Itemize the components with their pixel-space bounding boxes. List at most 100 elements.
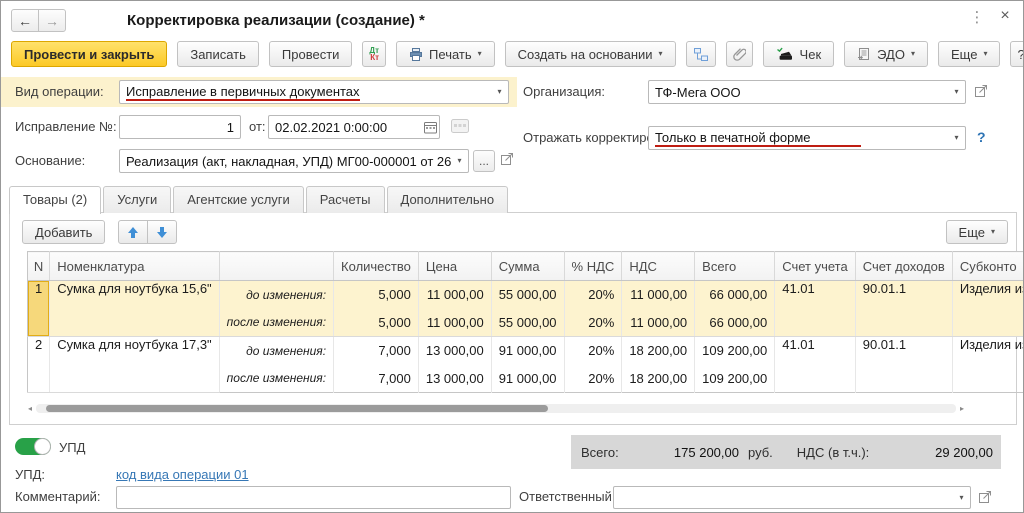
- back-icon: ←: [18, 13, 32, 29]
- table-cell-quantity[interactable]: 5,000: [334, 309, 419, 337]
- table-cell-account[interactable]: 41.01: [775, 337, 856, 365]
- scrollbar-thumb[interactable]: [46, 405, 548, 412]
- table-cell-income-account[interactable]: 90.01.1: [855, 281, 952, 309]
- table-cell-price[interactable]: 11 000,00: [418, 281, 491, 309]
- correction-no-field[interactable]: 1: [119, 115, 241, 139]
- table-cell-vat[interactable]: 11 000,00: [622, 281, 695, 309]
- chevron-down-icon[interactable]: ▾: [491, 81, 508, 103]
- table-cell-income-account[interactable]: 90.01.1: [855, 337, 952, 365]
- help-button[interactable]: ?: [1010, 41, 1024, 67]
- table-cell-vat-rate[interactable]: 20%: [564, 337, 622, 365]
- table-cell-total[interactable]: 66 000,00: [695, 309, 775, 337]
- post-and-close-button[interactable]: Провести и закрыть: [11, 41, 167, 67]
- table-cell-subconto[interactable]: Изделия из кожи: [952, 281, 1024, 309]
- check-button[interactable]: Чек: [763, 41, 835, 67]
- table-cell-sum[interactable]: 91 000,00: [491, 337, 564, 365]
- table-cell-vat[interactable]: 11 000,00: [622, 309, 695, 337]
- chevron-down-icon: ▾: [983, 50, 987, 58]
- table-cell-change-type: после изменения:: [219, 365, 333, 393]
- forward-button[interactable]: →: [38, 9, 66, 32]
- related-documents-icon[interactable]: [451, 118, 469, 133]
- table-cell-sum[interactable]: 55 000,00: [491, 309, 564, 337]
- table-row[interactable]: 1Сумка для ноутбука 15,6"до изменения:5,…: [28, 281, 1024, 309]
- chevron-down-icon: ▾: [659, 50, 663, 58]
- date-field[interactable]: 02.02.2021 0:00:00: [268, 115, 440, 139]
- tab-label: Дополнительно: [401, 192, 495, 207]
- responsible-field[interactable]: ▾: [613, 486, 971, 509]
- organization-field[interactable]: ТФ-Мега ООО ▾: [648, 80, 966, 104]
- items-more-button[interactable]: Еще ▾: [946, 220, 1008, 244]
- scroll-left-icon[interactable]: ◂: [24, 404, 36, 413]
- add-row-button[interactable]: Добавить: [22, 220, 105, 244]
- table-cell-account[interactable]: 41.01: [775, 281, 856, 309]
- table-cell-total[interactable]: 66 000,00: [695, 281, 775, 309]
- attachments-button[interactable]: [726, 41, 753, 67]
- write-button[interactable]: Записать: [177, 41, 259, 67]
- basis-choose-button[interactable]: ...: [473, 150, 495, 172]
- table-cell-nomenclature[interactable]: Сумка для ноутбука 15,6": [50, 281, 219, 337]
- table-cell-price[interactable]: 13 000,00: [418, 337, 491, 365]
- basis-value: Реализация (акт, накладная, УПД) МГ00-00…: [120, 154, 451, 169]
- table-cell-price[interactable]: 11 000,00: [418, 309, 491, 337]
- structure-button[interactable]: [686, 41, 716, 67]
- back-button[interactable]: ←: [11, 9, 39, 32]
- more-button[interactable]: Еще ▾: [938, 41, 1000, 67]
- table-cell-vat[interactable]: 18 200,00: [622, 337, 695, 365]
- responsible-open-icon[interactable]: [978, 490, 992, 504]
- create-based-on-button[interactable]: Создать на основании ▾: [505, 41, 676, 67]
- column-header-1: Номенклатура: [50, 252, 219, 281]
- scroll-right-icon[interactable]: ▸: [956, 404, 968, 413]
- upd-operation-code-link[interactable]: код вида операции 01: [116, 467, 249, 482]
- table-cell-price[interactable]: 13 000,00: [418, 365, 491, 393]
- structure-icon: [693, 47, 709, 62]
- reflect-help-icon[interactable]: ?: [977, 129, 986, 145]
- upd-toggle[interactable]: [15, 438, 51, 455]
- table-cell-vat-rate[interactable]: 20%: [564, 281, 622, 309]
- table-cell-total[interactable]: 109 200,00: [695, 365, 775, 393]
- chevron-down-icon[interactable]: ▾: [948, 127, 965, 149]
- scrollbar-track[interactable]: [36, 404, 956, 413]
- table-cell-quantity[interactable]: 7,000: [334, 337, 419, 365]
- chevron-down-icon[interactable]: ▾: [451, 150, 468, 172]
- comment-input[interactable]: [116, 486, 511, 509]
- move-up-button[interactable]: [118, 220, 148, 244]
- table-cell-empty: [775, 365, 856, 393]
- table-cell-subconto[interactable]: Изделия из кожи: [952, 337, 1024, 365]
- tab-dopolnitelno[interactable]: Дополнительно: [387, 186, 509, 213]
- tab-tovary[interactable]: Товары (2): [9, 186, 101, 214]
- tab-raschety[interactable]: Расчеты: [306, 186, 385, 213]
- table-cell-sum[interactable]: 55 000,00: [491, 281, 564, 309]
- table-cell-vat[interactable]: 18 200,00: [622, 365, 695, 393]
- organization-open-icon[interactable]: [974, 84, 988, 98]
- operation-select[interactable]: Исправление в первичных документах ▾: [119, 80, 509, 104]
- table-cell-total[interactable]: 109 200,00: [695, 337, 775, 365]
- table-cell-quantity[interactable]: 7,000: [334, 365, 419, 393]
- table-cell-vat-rate[interactable]: 20%: [564, 365, 622, 393]
- edo-button[interactable]: ЭДО ▾: [844, 41, 928, 67]
- table-row[interactable]: 2Сумка для ноутбука 17,3"до изменения:7,…: [28, 337, 1024, 365]
- basis-open-icon[interactable]: [500, 152, 514, 166]
- chevron-down-icon[interactable]: ▾: [948, 81, 965, 103]
- responsible-label: Ответственный:: [519, 485, 615, 509]
- reflect-value: Только в печатной форме: [655, 130, 861, 147]
- upd-toggle-label: УПД: [59, 440, 85, 455]
- calendar-icon[interactable]: [422, 116, 439, 138]
- table-cell-vat-rate[interactable]: 20%: [564, 309, 622, 337]
- move-down-button[interactable]: [147, 220, 177, 244]
- basis-field[interactable]: Реализация (акт, накладная, УПД) МГ00-00…: [119, 149, 469, 173]
- dtkt-button[interactable]: ДтКт: [362, 41, 386, 67]
- printer-icon: [409, 48, 423, 61]
- close-button[interactable]: ×: [995, 7, 1015, 29]
- print-button[interactable]: Печать ▾: [396, 41, 495, 67]
- table-cell-quantity[interactable]: 5,000: [334, 281, 419, 309]
- horizontal-scrollbar[interactable]: ◂ ▸: [24, 402, 968, 414]
- tab-uslugi[interactable]: Услуги: [103, 186, 171, 213]
- tab-agentskie-uslugi[interactable]: Агентские услуги: [173, 186, 304, 213]
- table-cell-nomenclature[interactable]: Сумка для ноутбука 17,3": [50, 337, 219, 393]
- reflect-select[interactable]: Только в печатной форме ▾: [648, 126, 966, 150]
- table-cell-sum[interactable]: 91 000,00: [491, 365, 564, 393]
- page-title: Корректировка реализации (создание) *: [127, 12, 425, 29]
- window-menu-button[interactable]: ⋮: [969, 8, 985, 30]
- chevron-down-icon[interactable]: ▾: [953, 487, 970, 508]
- post-button[interactable]: Провести: [269, 41, 353, 67]
